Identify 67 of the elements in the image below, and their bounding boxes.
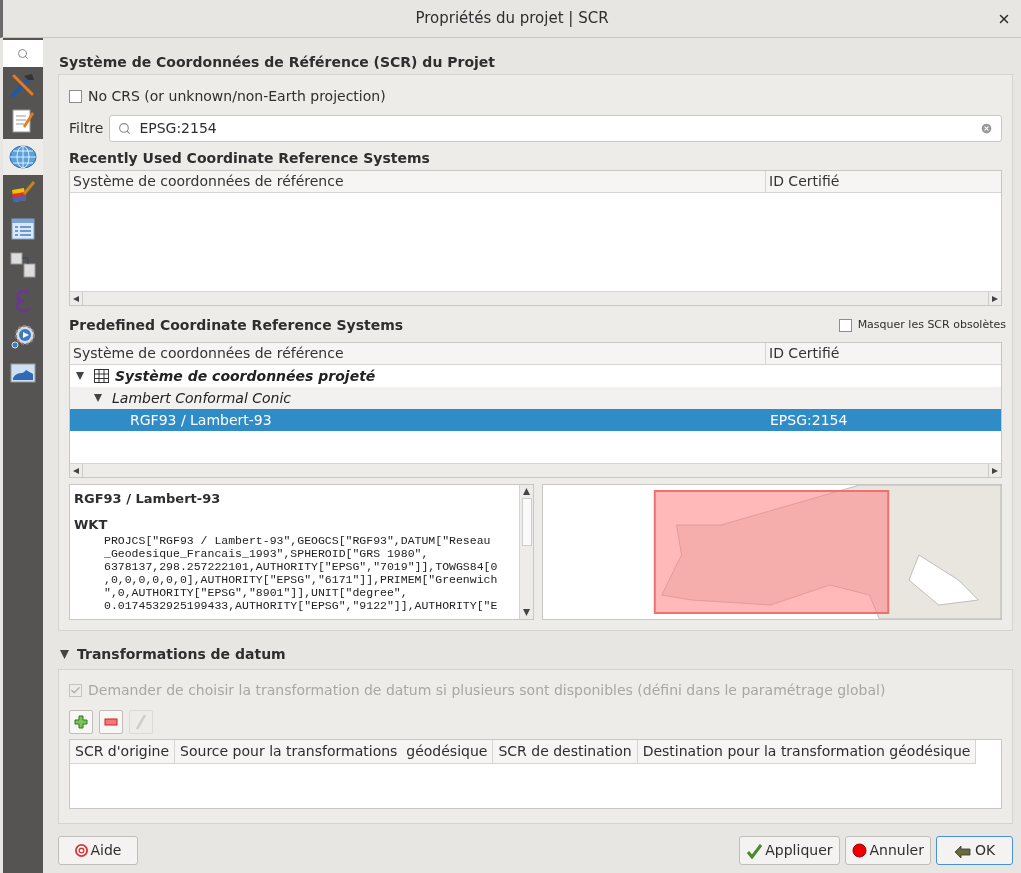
epsilon-icon xyxy=(13,288,33,314)
scroll-left-icon[interactable] xyxy=(73,467,79,474)
window-title: Propriétés du projet | SCR xyxy=(415,8,609,30)
vertical-scrollbar[interactable] xyxy=(519,485,533,619)
field-label: Filtre xyxy=(69,119,104,138)
linked-tables-icon xyxy=(10,252,36,278)
crs-name: Lambert Conformal Conic xyxy=(112,388,292,408)
checkbox-label: Demander de choisir la transformation de datum si plusieurs sont disponibles (défini dans le paramétrage global) xyxy=(88,680,886,700)
crs-name: Système de coordonnées projeté xyxy=(115,366,376,386)
toolbar-button[interactable] xyxy=(99,710,123,734)
section-heading: Transformations de datum xyxy=(77,644,286,664)
filter-field[interactable]: EPSG:2154 xyxy=(109,115,1002,142)
checkbox-label: No CRS (or unknown/non-Earth projection) xyxy=(88,86,386,106)
column-header[interactable]: Système de coordonnées de référence xyxy=(70,171,766,192)
subsection-heading: Recently Used Coordinate Reference Systems xyxy=(69,149,431,168)
ok-button[interactable]: OK xyxy=(936,836,1013,865)
search-icon xyxy=(17,47,29,60)
column-header[interactable]: ID Certifié xyxy=(766,171,1001,192)
expand-caret-icon[interactable] xyxy=(76,372,84,380)
sidebar-item[interactable] xyxy=(3,139,43,175)
cancel-button[interactable]: Annuler xyxy=(844,836,931,865)
help-button[interactable]: Aide xyxy=(58,836,138,865)
details-section: WKT xyxy=(74,514,515,534)
crs-name: RGF93 / Lambert-93 xyxy=(130,410,272,430)
tree-row[interactable]: RGF93 / Lambert-93 EPSG:2154 xyxy=(70,409,1001,431)
horizontal-scrollbar[interactable] xyxy=(70,463,1001,477)
checkbox[interactable] xyxy=(838,318,852,332)
details-title: RGF93 / Lambert-93 xyxy=(74,490,222,508)
column-header[interactable]: ID Certifié xyxy=(766,343,1001,364)
map-image-icon xyxy=(10,362,36,384)
checkmark-icon xyxy=(746,842,763,859)
expand-caret-icon[interactable] xyxy=(94,394,102,402)
toolbar-button[interactable] xyxy=(69,710,93,734)
search-icon xyxy=(118,122,132,135)
pencil-icon xyxy=(135,714,147,730)
close-icon[interactable] xyxy=(997,12,1011,26)
form-list-icon xyxy=(11,217,35,241)
column-header[interactable]: SCR de destination xyxy=(493,740,638,764)
crs-id: EPSG:2154 xyxy=(769,410,848,430)
scroll-left-icon[interactable] xyxy=(73,295,79,302)
column-header[interactable]: Système de coordonnées de référence xyxy=(70,343,766,364)
apply-button[interactable]: Appliquer xyxy=(739,836,840,865)
plus-icon xyxy=(74,715,88,729)
globe-icon xyxy=(9,144,37,170)
column-header[interactable]: Destination pour la transformation géodésique xyxy=(637,740,977,764)
section-heading: Système de Coordonnées de Référence (SCR) du Projet xyxy=(59,53,496,72)
document-pencil-icon xyxy=(11,108,35,134)
hammer-wrench-icon xyxy=(10,72,36,98)
column-header[interactable]: SCR d'origine xyxy=(70,740,176,764)
horizontal-scrollbar[interactable] xyxy=(70,291,1001,305)
collapse-caret-icon[interactable] xyxy=(60,649,69,659)
scroll-right-icon[interactable] xyxy=(992,295,998,302)
scroll-up-icon[interactable] xyxy=(523,488,530,495)
subsection-heading: Predefined Coordinate Reference Systems xyxy=(69,315,404,335)
stop-icon xyxy=(851,843,867,858)
column-header[interactable]: Source pour la transformations géodésique xyxy=(175,740,494,764)
wkt-text: PROJCS["RGF93 / Lambert-93",GEOGCS["RGF93",DATUM["Reseau _Geodesique_Francais_1993",SPHEROID["GRS 1980", 6378137,298.257222101,AUTHORITY["EPSG","7019"]],TOWGS84[0 ,0,0,0,0,0,0],AUTHORITY["EPSG","6171"]],PRIMEM["Greenwich ",0,AUTHORITY["EPSG","8901"]],UNIT["degree", 0.0174532925199433,AUTHORITY["EPSG","9122"]],AUTHORITY["E xyxy=(103,534,499,612)
checkbox-label: Masquer les SCR obsolètes xyxy=(857,316,1006,333)
grid-icon xyxy=(94,369,109,383)
clear-icon[interactable] xyxy=(980,122,993,135)
search-field[interactable] xyxy=(3,40,43,67)
tree-row[interactable]: Lambert Conformal Conic xyxy=(70,387,1001,409)
scroll-down-icon[interactable] xyxy=(523,609,530,616)
minus-icon xyxy=(104,718,118,726)
gear-play-icon xyxy=(10,324,36,350)
checkbox[interactable] xyxy=(69,89,82,103)
scroll-right-icon[interactable] xyxy=(992,467,998,474)
